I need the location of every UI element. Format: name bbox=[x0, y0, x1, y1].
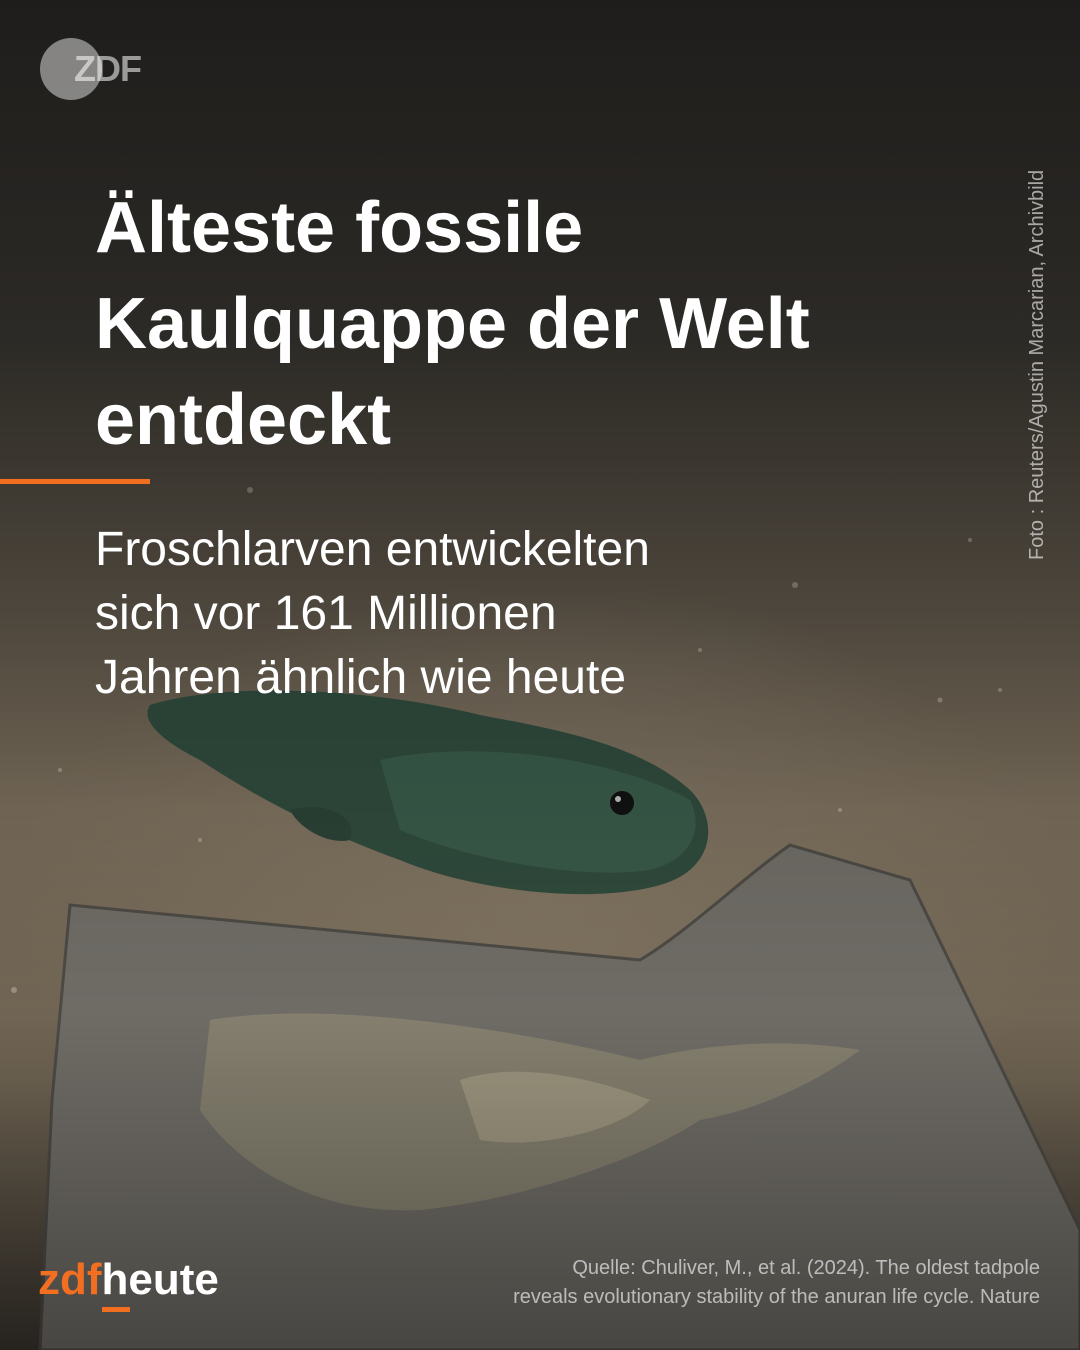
zdfheute-logo: zdfheute bbox=[38, 1252, 219, 1308]
source-citation: Quelle: Chuliver, M., et al. (2024). The… bbox=[513, 1257, 1040, 1308]
brand-zdf: zdf bbox=[38, 1255, 102, 1304]
headline: Älteste fossile Kaulquappe der Welt entd… bbox=[95, 188, 810, 460]
subheadline: Froschlarven entwickelten sich vor 161 M… bbox=[95, 523, 650, 704]
social-post-card: ZDF Älteste fossile Kaulquappe der Welt … bbox=[0, 0, 1080, 1350]
photo-credit: Foto : Reuters/Agustin Marcarian, Archiv… bbox=[1026, 169, 1048, 560]
accent-divider bbox=[0, 479, 150, 484]
zdf-logo: ZDF bbox=[40, 38, 160, 100]
zdf-logo-text: ZDF bbox=[74, 48, 142, 89]
brand-heute: heute bbox=[101, 1255, 219, 1304]
